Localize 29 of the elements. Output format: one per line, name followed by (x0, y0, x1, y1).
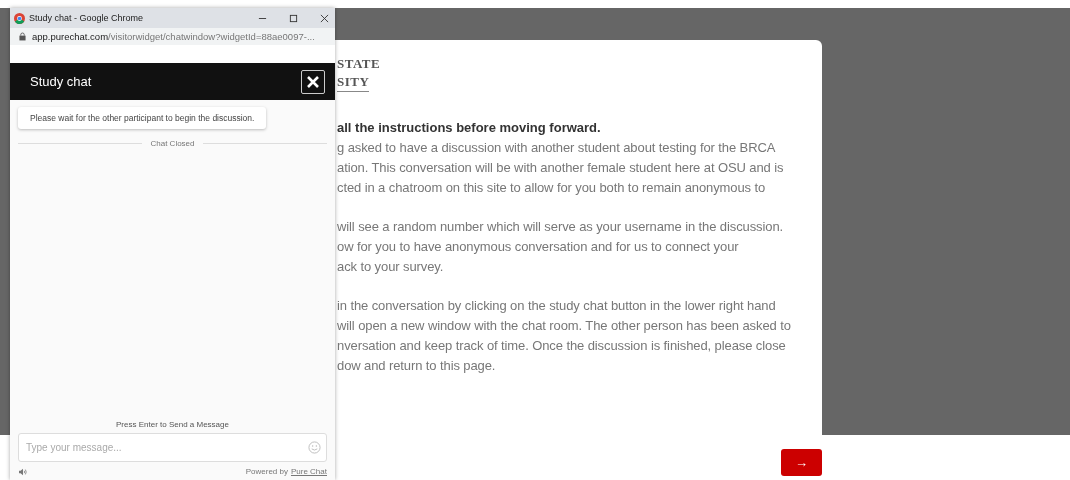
close-icon (306, 74, 320, 89)
maximize-icon[interactable] (289, 13, 298, 23)
chat-title: Study chat (30, 74, 93, 89)
close-button[interactable] (301, 69, 325, 94)
instructions-heading: all the instructions before moving forward. (337, 119, 602, 137)
send-hint: Press Enter to Send a Message (115, 420, 230, 429)
instructions-text: dow and return to this page. (337, 357, 497, 375)
instructions-text: will see a random number which will serve as your username in the discussion. (337, 218, 785, 236)
chat-notice: Please wait for the other participant to begin the discussion. (18, 107, 267, 129)
instructions-text: ation. This conversation will be with another female student here at OSU and is (337, 159, 785, 177)
lock-icon (19, 32, 26, 41)
instructions-text: in the conversation by clicking on the study chat button in the lower right hand (337, 297, 777, 315)
close-icon[interactable] (320, 13, 329, 23)
message-input[interactable]: Type your message... (18, 433, 327, 462)
window-title: Study chat - Google Chrome (29, 13, 144, 23)
instructions-text: ow for you to have anonymous conversation and for us to connect your (337, 238, 740, 256)
instructions-text: g asked to have a discussion with another student about testing for the BRCA (337, 139, 777, 157)
next-button[interactable]: → (781, 449, 822, 476)
university-logo-text: SITY (337, 74, 370, 92)
instructions-text: nversation and keep track of time. Once the discussion is finished, please close (337, 337, 787, 355)
pure-chat-link[interactable]: Pure Chat (290, 467, 327, 476)
university-logo-text: STATE (337, 56, 382, 72)
instructions-text: ack to your survey. (337, 258, 445, 276)
instructions-text: will open a new window with the chat room. The other person has been asked to (337, 317, 792, 335)
chat-status-label: Chat Closed (150, 139, 195, 148)
speaker-icon[interactable] (18, 467, 28, 476)
instructions-text: cted in a chatroom on this site to allow for you both to remain anonymous to (337, 179, 767, 197)
powered-by-text: Powered by (245, 467, 288, 476)
browser-logo-icon (14, 12, 25, 24)
